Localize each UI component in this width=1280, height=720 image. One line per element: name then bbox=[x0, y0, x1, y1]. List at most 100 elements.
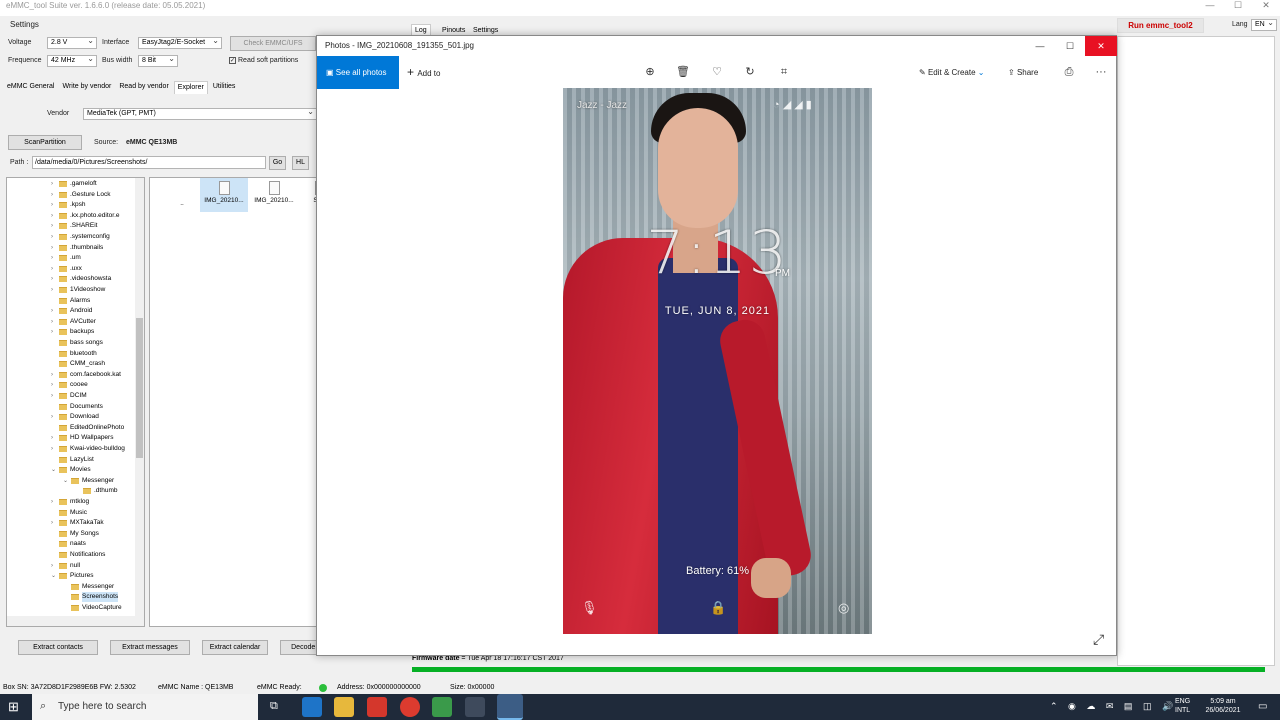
lang-select[interactable]: EN bbox=[1251, 18, 1277, 31]
chevron-right-icon[interactable]: › bbox=[51, 497, 59, 507]
chevron-right-icon[interactable]: › bbox=[51, 211, 59, 221]
tree-item[interactable]: .dthumb bbox=[75, 486, 118, 496]
add-to-button[interactable]: + Add to bbox=[407, 56, 440, 89]
check-emmc-button[interactable]: Check EMMC/UFS bbox=[230, 36, 316, 51]
chevron-right-icon[interactable]: › bbox=[51, 200, 59, 210]
tree-item[interactable]: CMM_crash bbox=[51, 359, 105, 369]
tree-item[interactable]: › Kwai-video-bulldog bbox=[51, 444, 125, 454]
share-button[interactable]: ⇪ Share bbox=[1008, 56, 1038, 89]
favorite-icon[interactable]: ♡ bbox=[705, 56, 729, 89]
tree-item[interactable]: › .systemconfig bbox=[51, 232, 110, 242]
tree-scroll-thumb[interactable] bbox=[136, 318, 143, 458]
tree-item[interactable]: › .uxx bbox=[51, 264, 82, 274]
app-green-icon[interactable] bbox=[432, 697, 452, 717]
tree-vertical-scrollbar[interactable] bbox=[135, 178, 144, 616]
office-icon[interactable] bbox=[367, 697, 387, 717]
extract-messages-button[interactable]: Extract messages bbox=[110, 640, 190, 655]
hl-button[interactable]: HL bbox=[292, 156, 309, 170]
tree-item[interactable]: › DCIM bbox=[51, 391, 87, 401]
chevron-right-icon[interactable]: › bbox=[51, 179, 59, 189]
tree-item[interactable]: › com.facebook.kat bbox=[51, 370, 121, 380]
minimize-button[interactable]: — bbox=[1196, 0, 1224, 11]
print-icon[interactable]: ⎙ bbox=[1057, 56, 1081, 89]
windows-start-icon[interactable]: ⊞ bbox=[8, 700, 19, 713]
tree-item[interactable]: EditedOnlinePhoto bbox=[51, 423, 124, 433]
tree-item[interactable]: › Android bbox=[51, 306, 92, 316]
tree-item[interactable]: › backups bbox=[51, 327, 94, 337]
chevron-right-icon[interactable]: › bbox=[51, 306, 59, 316]
run-emmc-tool2-button[interactable]: Run emmc_tool2 bbox=[1117, 18, 1204, 33]
chevron-right-icon[interactable]: › bbox=[51, 221, 59, 231]
tree-item[interactable]: › .gameloft bbox=[51, 179, 97, 189]
chevron-right-icon[interactable]: › bbox=[51, 370, 59, 380]
tree-item[interactable]: › mtklog bbox=[51, 497, 89, 507]
chevron-right-icon[interactable]: › bbox=[51, 391, 59, 401]
tab-utilities[interactable]: Utilities bbox=[210, 81, 239, 94]
tree-item[interactable]: › null bbox=[51, 561, 80, 571]
interface-select[interactable]: EasyJtag2/E-Socket bbox=[138, 36, 222, 49]
notification-icon[interactable]: ▭ bbox=[1258, 701, 1267, 712]
chevron-right-icon[interactable]: › bbox=[51, 190, 59, 200]
emmc-tool-icon[interactable] bbox=[465, 697, 485, 717]
see-all-photos-button[interactable]: ▣ See all photos bbox=[317, 56, 399, 89]
chevron-down-icon[interactable]: ⌄ bbox=[51, 465, 59, 475]
photos-maximize-button[interactable]: ☐ bbox=[1054, 36, 1086, 56]
tree-item[interactable]: My Songs bbox=[51, 529, 99, 539]
system-tray-icons[interactable]: ⌃ ◉ ☁ ✉ ▤ ◫ 🔊 bbox=[1050, 701, 1177, 712]
tree-item[interactable]: Notifications bbox=[51, 550, 105, 560]
tree-item[interactable]: › MXTakaTak bbox=[51, 518, 104, 528]
chevron-right-icon[interactable]: › bbox=[51, 444, 59, 454]
read-soft-partitions-checkbox[interactable]: ✓ Read soft partitions bbox=[229, 57, 298, 64]
tree-item[interactable]: › 1Videoshow bbox=[51, 285, 105, 295]
chevron-down-icon[interactable]: ⌄ bbox=[51, 571, 59, 581]
vendor-select[interactable]: MediaTek (GPT, PMT) bbox=[83, 107, 317, 120]
edge-icon[interactable] bbox=[302, 697, 322, 717]
delete-icon[interactable]: 🗑 bbox=[671, 56, 695, 89]
tree-item[interactable]: VideoCapture bbox=[63, 603, 122, 613]
edit-create-button[interactable]: ✎ Edit & Create ⌄ bbox=[919, 56, 984, 89]
tree-item[interactable]: naats bbox=[51, 539, 86, 549]
tree-item[interactable]: › HD Wallpapers bbox=[51, 433, 113, 443]
tree-item[interactable]: › .videoshowsta bbox=[51, 274, 111, 284]
tree-item[interactable]: Music bbox=[51, 508, 87, 518]
chevron-right-icon[interactable]: › bbox=[51, 264, 59, 274]
chevron-down-icon[interactable]: ⌄ bbox=[63, 476, 71, 486]
more-options-button[interactable]: ··· bbox=[1089, 56, 1113, 89]
file-item[interactable]: IMG_20210... bbox=[200, 178, 248, 212]
maximize-button[interactable]: ☐ bbox=[1224, 0, 1252, 11]
tree-item[interactable]: › .kpsh bbox=[51, 200, 86, 210]
task-view-icon[interactable]: ⧉ bbox=[270, 700, 278, 713]
chevron-right-icon[interactable]: › bbox=[51, 327, 59, 337]
expand-icon[interactable]: ⤢ bbox=[1093, 631, 1104, 648]
close-button[interactable]: ✕ bbox=[1252, 0, 1280, 11]
go-button[interactable]: Go bbox=[269, 156, 286, 170]
chevron-right-icon[interactable]: › bbox=[51, 274, 59, 284]
chevron-right-icon[interactable]: › bbox=[51, 253, 59, 263]
chevron-right-icon[interactable]: › bbox=[51, 412, 59, 422]
photos-close-button[interactable]: ✕ bbox=[1085, 36, 1117, 56]
photos-taskbar-icon[interactable] bbox=[497, 694, 523, 720]
tree-item[interactable]: › cooee bbox=[51, 380, 88, 390]
chevron-right-icon[interactable]: › bbox=[51, 561, 59, 571]
photos-minimize-button[interactable]: — bbox=[1024, 36, 1056, 56]
chrome-icon[interactable] bbox=[400, 697, 420, 717]
input-language[interactable]: ENG INTL bbox=[1175, 697, 1190, 715]
taskbar-search-input[interactable]: Type here to search bbox=[32, 694, 258, 720]
path-input[interactable]: /data/media/0/Pictures/Screenshots/ bbox=[32, 156, 266, 169]
zoom-icon[interactable]: ⊕ bbox=[638, 56, 662, 89]
tree-horizontal-scrollbar[interactable] bbox=[7, 616, 144, 626]
chevron-right-icon[interactable]: › bbox=[51, 433, 59, 443]
clock[interactable]: 5:09 am 26/06/2021 bbox=[1198, 697, 1248, 715]
chevron-right-icon[interactable]: › bbox=[51, 317, 59, 327]
tree-item[interactable]: › .um bbox=[51, 253, 81, 263]
file-item[interactable]: Scre bbox=[296, 178, 316, 204]
tree-item[interactable]: bluetooth bbox=[51, 349, 97, 359]
tab-emmc-general[interactable]: eMMC General bbox=[4, 81, 57, 94]
tree-item[interactable]: › .kx.photo.editor.e bbox=[51, 211, 120, 221]
buswidth-select[interactable]: 8 Bit bbox=[138, 54, 178, 67]
crop-icon[interactable]: ⌗ bbox=[772, 56, 796, 89]
extract-contacts-button[interactable]: Extract contacts bbox=[18, 640, 98, 655]
extract-calendar-button[interactable]: Extract calendar bbox=[202, 640, 268, 655]
tree-item[interactable]: › Download bbox=[51, 412, 99, 422]
tab-write-by-vendor[interactable]: Write by vendor bbox=[59, 81, 114, 94]
